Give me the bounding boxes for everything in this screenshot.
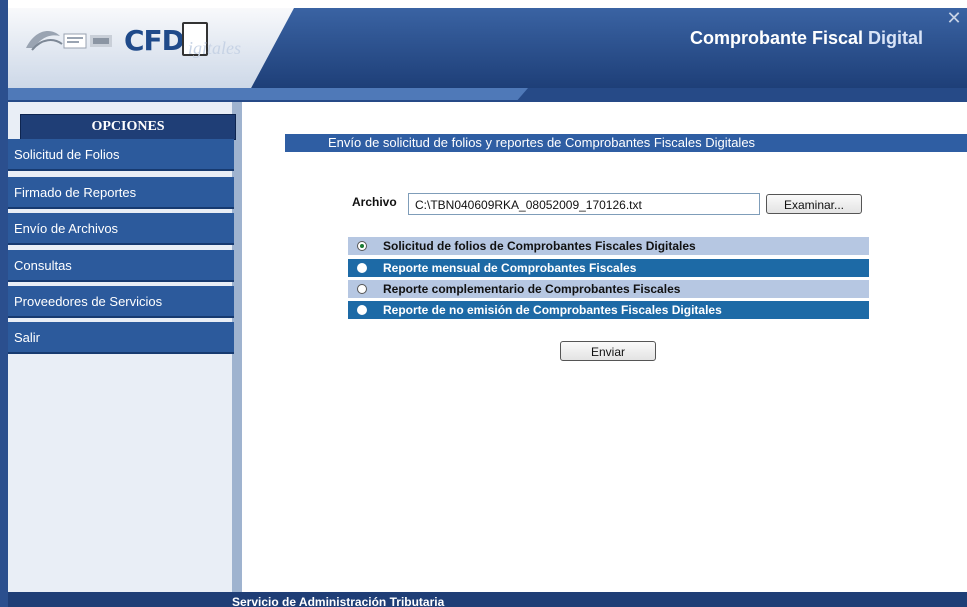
footer-bar — [8, 592, 967, 607]
option-label: Reporte mensual de Comprobantes Fiscales — [383, 261, 637, 275]
sidebar-item-solicitud-de-folios[interactable]: Solicitud de Folios — [8, 139, 234, 171]
option-reporte-no-emision[interactable]: Reporte de no emisión de Comprobantes Fi… — [348, 301, 869, 319]
browse-button[interactable]: Examinar... — [766, 194, 862, 214]
sidebar-item-consultas[interactable]: Consultas — [8, 250, 234, 282]
app-title: Comprobante Fiscal Digital — [690, 28, 923, 49]
cfd-logo: CFD igitales — [124, 22, 254, 66]
page: CFD igitales Comprobante Fiscal Digital … — [0, 0, 967, 607]
option-label: Reporte complementario de Comprobantes F… — [383, 282, 681, 296]
cfd-logo-suffix: igitales — [188, 38, 241, 58]
option-solicitud-folios[interactable]: Solicitud de folios de Comprobantes Fisc… — [348, 237, 869, 255]
sidebar-item-envio-de-archivos[interactable]: Envío de Archivos — [8, 213, 234, 245]
option-label: Reporte de no emisión de Comprobantes Fi… — [383, 303, 722, 317]
file-path-input[interactable]: C:\TBN040609RKA_08052009_170126.txt — [408, 193, 760, 215]
header-sub-bar-accent — [8, 88, 528, 100]
radio-icon[interactable] — [357, 305, 367, 315]
footer-text: Servicio de Administración Tributaria — [232, 595, 445, 607]
close-icon[interactable]: ✕ — [944, 8, 964, 28]
app-title-emphasis: Digital — [868, 28, 924, 48]
option-reporte-complementario[interactable]: Reporte complementario de Comprobantes F… — [348, 280, 869, 298]
option-reporte-mensual[interactable]: Reporte mensual de Comprobantes Fiscales — [348, 259, 869, 277]
radio-selected-icon[interactable] — [357, 241, 367, 251]
sidebar-item-salir[interactable]: Salir — [8, 322, 234, 354]
radio-icon[interactable] — [357, 263, 367, 273]
sidebar-heading: OPCIONES — [20, 114, 236, 140]
option-label: Solicitud de folios de Comprobantes Fisc… — [383, 239, 696, 253]
left-edge-bar — [0, 0, 8, 607]
send-button[interactable]: Enviar — [560, 341, 656, 361]
sidebar-item-proveedores-de-servicios[interactable]: Proveedores de Servicios — [8, 286, 234, 318]
cfd-logo-text: CFD — [124, 24, 185, 57]
app-title-main: Comprobante Fiscal — [690, 28, 869, 48]
sidebar-item-firmado-de-reportes[interactable]: Firmado de Reportes — [8, 177, 234, 209]
government-seal-logo — [22, 26, 116, 56]
radio-icon[interactable] — [357, 284, 367, 294]
archivo-label: Archivo — [352, 195, 397, 209]
page-title: Envío de solicitud de folios y reportes … — [285, 134, 967, 152]
